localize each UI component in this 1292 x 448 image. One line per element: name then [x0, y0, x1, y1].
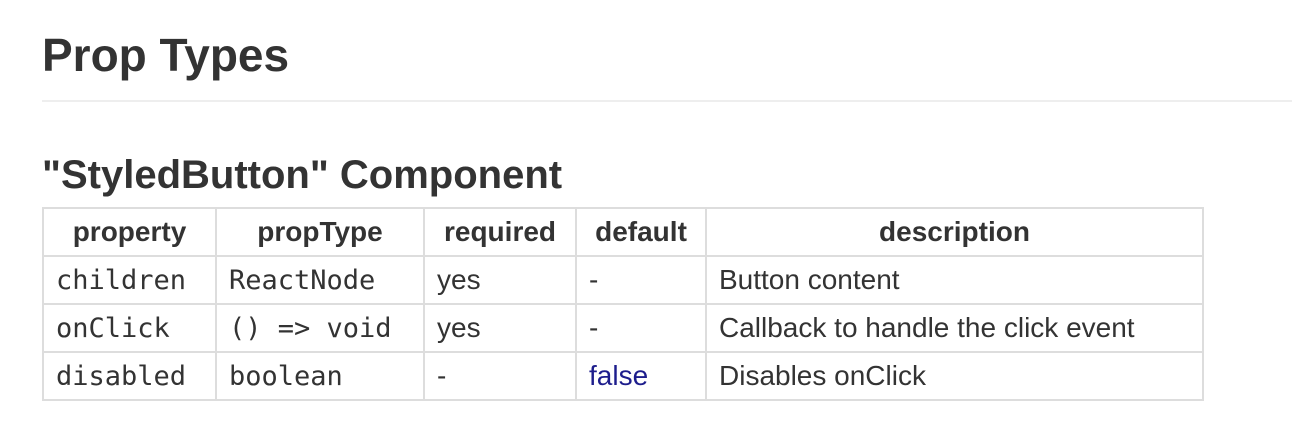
cell-proptype: boolean [215, 351, 425, 401]
title-divider [42, 100, 1292, 102]
cell-required: - [423, 351, 577, 401]
cell-required: yes [423, 255, 577, 305]
cell-proptype: () => void [215, 303, 425, 353]
cell-description: Callback to handle the click event [705, 303, 1204, 353]
header-required: required [423, 207, 577, 257]
table-row: disabled boolean - false Disables onClic… [42, 351, 1204, 401]
cell-default: false [575, 351, 707, 401]
cell-property: children [42, 255, 217, 305]
header-proptype: propType [215, 207, 425, 257]
default-value-literal: false [589, 360, 649, 391]
cell-description: Disables onClick [705, 351, 1204, 401]
header-description: description [705, 207, 1204, 257]
table-header-row: property propType required default descr… [42, 207, 1204, 257]
header-property: property [42, 207, 217, 257]
header-default: default [575, 207, 707, 257]
table-row: onClick () => void yes - Callback to han… [42, 303, 1204, 353]
cell-description: Button content [705, 255, 1204, 305]
page-title: Prop Types [42, 29, 290, 81]
table-row: children ReactNode yes - Button content [42, 255, 1204, 305]
cell-required: yes [423, 303, 577, 353]
cell-default: - [575, 255, 707, 305]
cell-proptype: ReactNode [215, 255, 425, 305]
page: Prop Types "StyledButton" Component prop… [0, 0, 1292, 448]
cell-property: disabled [42, 351, 217, 401]
component-title: "StyledButton" Component [42, 153, 563, 197]
cell-property: onClick [42, 303, 217, 353]
cell-default: - [575, 303, 707, 353]
prop-types-table: property propType required default descr… [42, 207, 1204, 401]
